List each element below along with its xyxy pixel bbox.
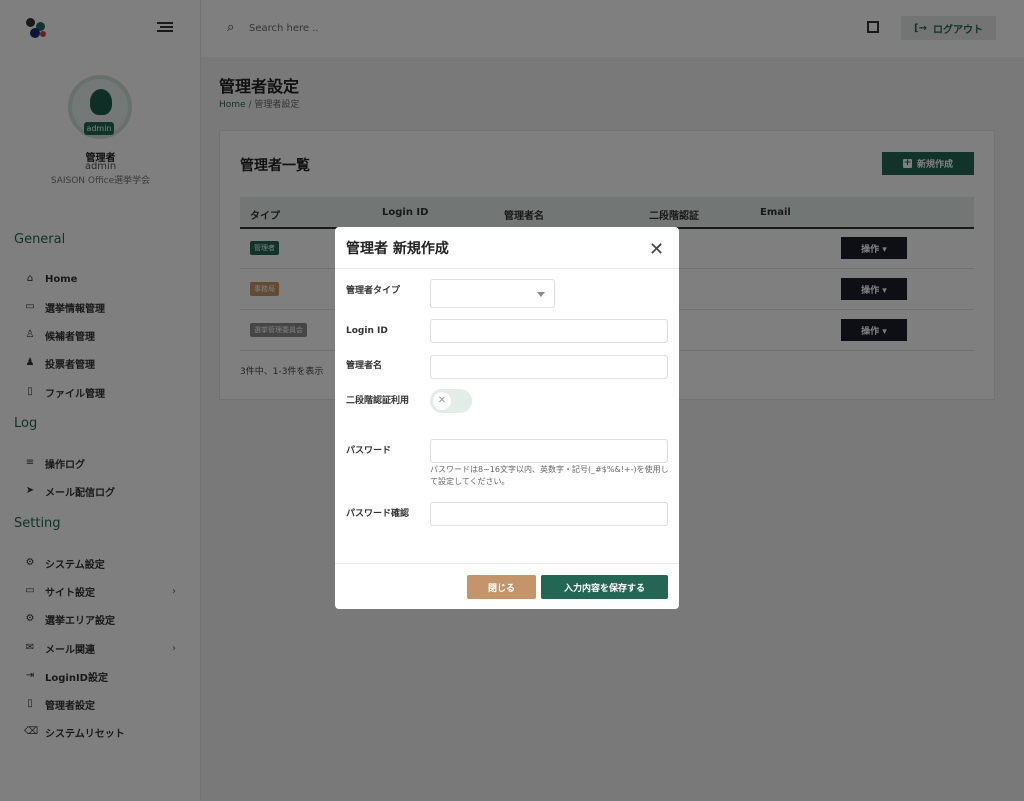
twofa-toggle[interactable]: ✕ [430, 389, 472, 413]
admin-name-label: 管理者名 [346, 361, 383, 371]
password-input[interactable] [430, 439, 668, 463]
save-button[interactable]: 入力内容を保存する [541, 575, 668, 599]
login-id-input[interactable] [430, 319, 668, 343]
new-admin-modal: 管理者 新規作成 ✕ 管理者タイプ Login ID 管理者名 二段階認証利用 … [335, 227, 679, 609]
close-button[interactable]: 閉じる [467, 575, 536, 599]
password-hint: パスワードは8~16文字以内、英数字・記号(_#$%&!+-)を使用して設定して… [430, 465, 669, 486]
password-label: パスワード [346, 446, 392, 456]
admin-name-input[interactable] [430, 355, 668, 379]
password-confirm-label: パスワード確認 [346, 509, 410, 519]
modal-header: 管理者 新規作成 ✕ [335, 227, 679, 269]
password-confirm-input[interactable] [430, 502, 668, 526]
modal-title: 管理者 新規作成 [346, 241, 449, 257]
admin-type-select[interactable] [430, 279, 555, 308]
admin-type-label: 管理者タイプ [346, 286, 401, 296]
twofa-label: 二段階認証利用 [346, 396, 410, 406]
modal-footer: 閉じる 入力内容を保存する [335, 563, 679, 609]
close-icon[interactable]: ✕ [649, 241, 664, 259]
x-icon: ✕ [433, 392, 451, 410]
login-id-label: Login ID [346, 326, 388, 336]
chevron-down-icon [537, 292, 545, 297]
